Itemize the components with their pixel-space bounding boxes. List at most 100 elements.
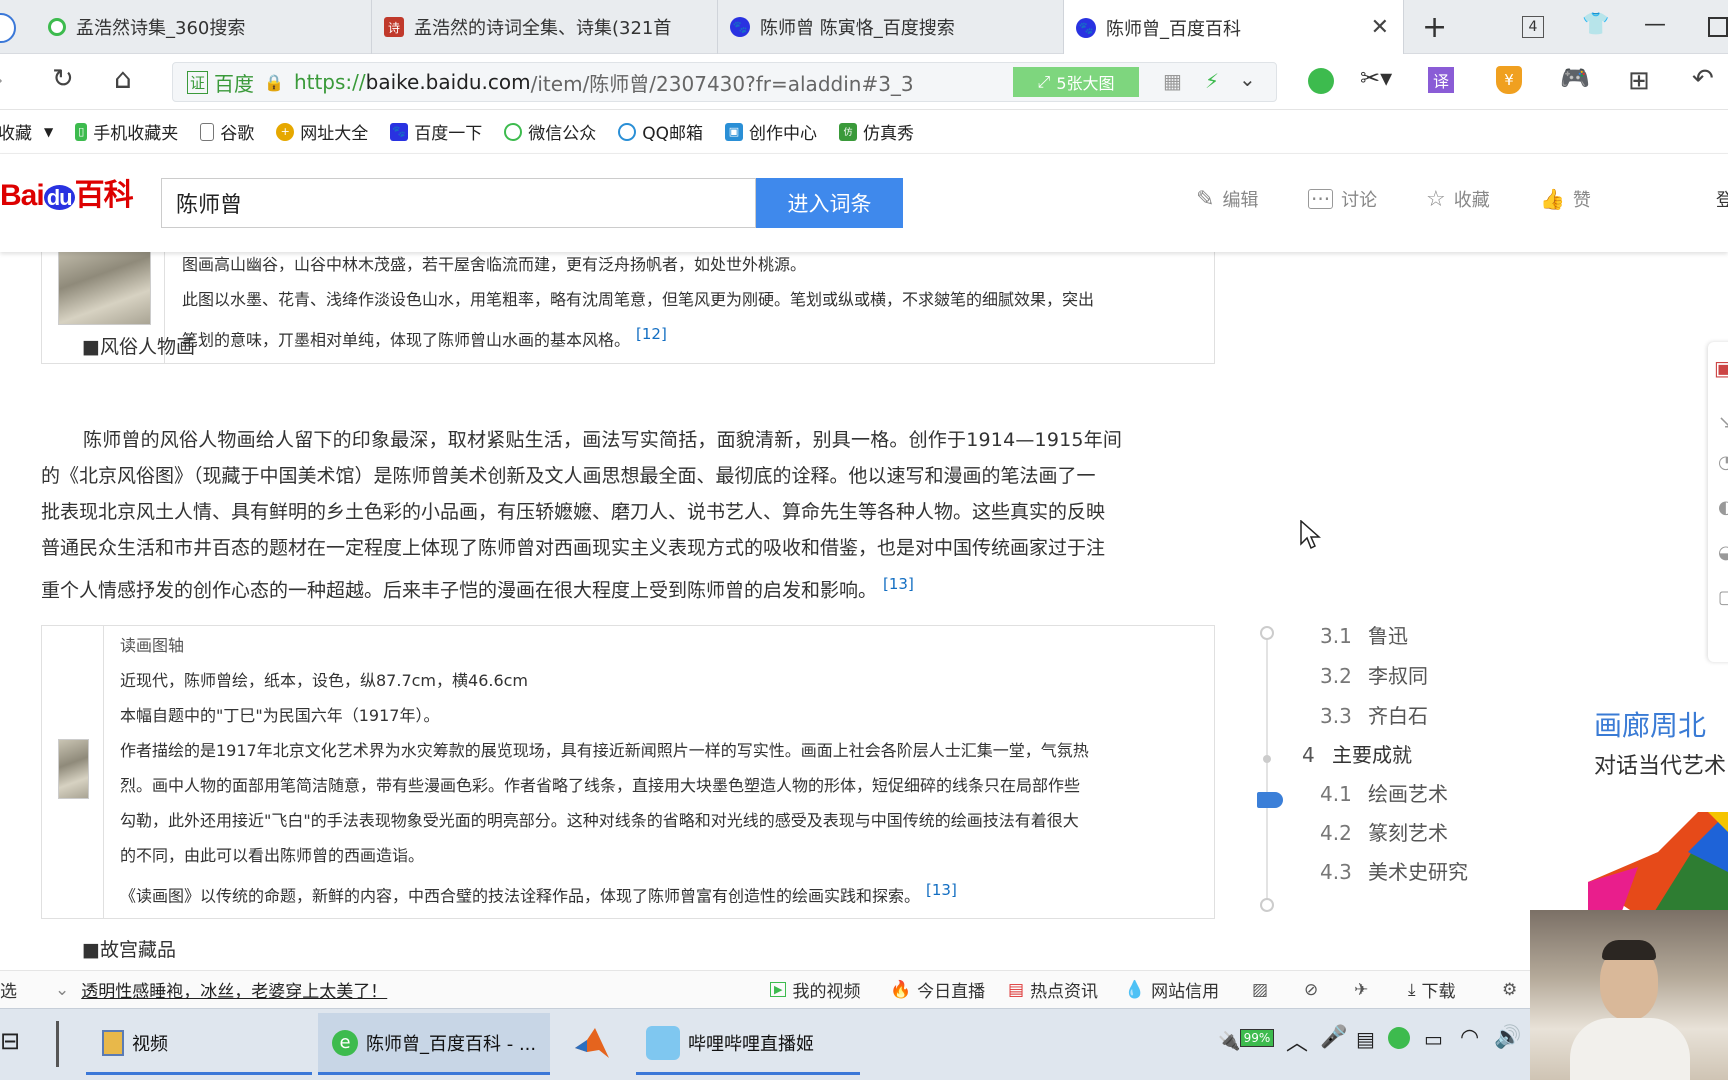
tab-baidu-search[interactable]: 🐾 陈师曾 陈寅恪_百度搜索 — [718, 0, 1064, 54]
close-tab-icon[interactable]: ✕ — [1371, 15, 1389, 40]
yuan-shield-icon[interactable]: ¥ — [1496, 66, 1522, 94]
battery-indicator[interactable]: 99% — [1240, 1029, 1274, 1047]
image-icon[interactable]: ▨ — [1252, 980, 1268, 1000]
refresh-icon[interactable]: ↻ — [52, 64, 74, 94]
site-credit-item[interactable]: 💧 网站信用 — [1124, 977, 1219, 1003]
new-tab-icon[interactable]: + — [1422, 10, 1447, 45]
gift-icon[interactable]: ▣ — [1714, 356, 1728, 380]
rocket-icon[interactable]: ✈ — [1354, 980, 1368, 1000]
cert-badge: 证 — [187, 70, 209, 94]
caption-line: 的不同，由此可以看出陈师曾的西画造诣。 — [120, 846, 425, 865]
my-video-item[interactable]: ▶ 我的视频 — [770, 977, 860, 1002]
microphone-icon[interactable]: 🎤 — [1320, 1025, 1347, 1050]
tab-baike-active[interactable]: 🐾 陈师曾_百度百科 ✕ — [1064, 0, 1404, 55]
toolbar-icon[interactable]: ◔ — [1718, 452, 1728, 473]
citation-link[interactable]: [13] — [926, 881, 957, 899]
baike-logo[interactable]: Bai du 百科 — [0, 170, 134, 214]
citation-link[interactable]: [13] — [883, 575, 914, 593]
toc-item-3-1[interactable]: 3.1 鲁迅 — [1320, 620, 1408, 649]
news-link[interactable]: 透明性感睡袍，冰丝，老婆穿上太美了！ — [81, 977, 387, 1002]
bookmark-google[interactable]: 谷歌 — [200, 119, 254, 144]
undo-icon[interactable]: ↶ — [1692, 64, 1714, 94]
maximize-icon[interactable] — [1708, 17, 1728, 37]
volume-icon[interactable]: 🔊 — [1494, 1025, 1521, 1050]
toc-item-3-3[interactable]: 3.3 齐白石 — [1320, 700, 1428, 729]
url-field[interactable]: 证 百度 🔒 https://baike.baidu.com/item/陈师曾/… — [172, 62, 1277, 102]
toc-item-4-1[interactable]: 4.1 绘画艺术 — [1320, 778, 1448, 807]
translate-icon[interactable]: 译 — [1428, 67, 1454, 93]
search-input[interactable]: 陈师曾 — [161, 178, 756, 228]
tab-count-badge[interactable]: 4 — [1522, 16, 1544, 38]
bookmark-mobile[interactable]: ▯ 手机收藏夹 — [75, 119, 178, 144]
game-icon[interactable]: 🎮 — [1560, 64, 1590, 92]
article-paragraph: 陈师曾的风俗人物画给人留下的印象最深，取材紧贴生活，画法写实简括，面貌清新，别具… — [41, 422, 1217, 608]
plug-icon[interactable]: 🔌 — [1218, 1031, 1240, 1052]
status-left[interactable]: 选 — [0, 977, 17, 1002]
bookmark-wechat[interactable]: 微信公众 — [504, 119, 596, 144]
tray-app-icon[interactable] — [1388, 1027, 1410, 1049]
para-line: 重个人情感抒发的创作心态的一种超越。后来丰子恺的漫画在很大程度上受到陈师曾的启发… — [41, 575, 914, 602]
toolbar-icon[interactable]: ▢ — [1718, 587, 1728, 608]
ad-title[interactable]: 画廊周北 — [1594, 704, 1706, 744]
image-badge[interactable]: ⤢ 5张大图 — [1013, 67, 1139, 97]
taskbar-app-bilibili[interactable]: 哔哩哔哩直播姬 — [636, 1013, 860, 1075]
shirt-skin-icon[interactable]: 👕 — [1582, 12, 1609, 37]
edit-action[interactable]: ✎ 编辑 — [1196, 186, 1258, 212]
toolbar-icon[interactable]: ◒ — [1718, 542, 1728, 563]
download-item[interactable]: ⤓ 下载 — [1408, 977, 1456, 1003]
minimize-icon[interactable]: — — [1644, 12, 1666, 37]
lightning-icon[interactable]: ⚡ — [1205, 69, 1219, 93]
ad-subtitle[interactable]: 对话当代艺术 — [1594, 748, 1726, 780]
bookmark-sites[interactable]: + 网址大全 — [276, 119, 368, 144]
toc-item-4-2[interactable]: 4.2 篆刻艺术 — [1320, 817, 1448, 846]
login-link[interactable]: 登 — [1716, 186, 1728, 212]
tab-poems[interactable]: 诗 孟浩然的诗词全集、诗集(321首 — [372, 0, 718, 54]
mouse-pointer-icon — [1300, 520, 1321, 550]
bookmark-baidu[interactable]: 🐾 百度一下 — [390, 119, 482, 144]
bookmark-favorites[interactable]: 收藏 ▼ — [0, 119, 53, 144]
wifi-icon[interactable]: ◠ — [1460, 1025, 1479, 1050]
scissors-icon[interactable]: ✂▾ — [1360, 64, 1392, 92]
network-icon[interactable]: ▭ — [1424, 1027, 1443, 1051]
settings-icon[interactable]: ⚙ — [1502, 980, 1517, 1000]
task-view-icon[interactable]: ⊟ — [0, 1027, 20, 1055]
caption-title: 读画图轴 — [120, 636, 185, 655]
green-plugin-icon[interactable] — [1308, 68, 1334, 94]
hot-news-item[interactable]: ▤ 热点资讯 — [1008, 977, 1098, 1003]
toc-item-4-3[interactable]: 4.3 美术史研究 — [1320, 856, 1468, 885]
toc-current-marker — [1257, 792, 1283, 808]
like-action[interactable]: 👍 赞 — [1540, 186, 1591, 212]
favorite-action[interactable]: ☆ 收藏 — [1426, 186, 1490, 212]
baidu-paw-icon: 🐾 — [730, 17, 750, 37]
toc-item-4[interactable]: 4 主要成就 — [1302, 739, 1412, 768]
taskbar-app-matlab[interactable] — [560, 1013, 624, 1073]
taskbar-app-video[interactable]: 视频 — [86, 1013, 312, 1075]
active-underline — [318, 1072, 550, 1075]
live-item[interactable]: 🔥 今日直播 — [890, 977, 985, 1003]
taskbar-app-browser[interactable]: e 陈师曾_百度百科 - ... — [318, 1013, 550, 1075]
tray-up-icon[interactable]: ︿ — [1286, 1025, 1308, 1057]
painting-thumbnail[interactable] — [58, 739, 89, 799]
qr-icon[interactable]: ▦ — [1163, 69, 1182, 93]
toolbar-icon[interactable]: ◐ — [1718, 497, 1728, 518]
bookmark-qqmail[interactable]: QQ邮箱 — [618, 119, 703, 144]
enter-entry-button[interactable]: 进入词条 — [756, 178, 903, 228]
bookmark-creator[interactable]: ▣ 创作中心 — [725, 119, 817, 144]
tab-360-search[interactable]: 孟浩然诗集_360搜索 — [36, 0, 372, 54]
citation-link[interactable]: [12] — [636, 325, 667, 343]
document-icon[interactable]: ▤ — [1356, 1027, 1375, 1051]
toc-item-3-2[interactable]: 3.2 李叔同 — [1320, 660, 1428, 689]
image-caption-box: 图画高山幽谷，山谷中林木茂盛，若干屋舍临流而建，更有泛舟扬帆者，如处世外桃源。 … — [41, 252, 1215, 364]
bookmark-fangzhen[interactable]: 仿仿真秀 — [839, 119, 914, 144]
toolbar-icon[interactable]: ↘ — [1718, 412, 1728, 433]
ad-graphic[interactable] — [1588, 812, 1728, 922]
forward-icon[interactable]: › — [0, 66, 4, 94]
home-icon[interactable]: ⌂ — [114, 62, 132, 95]
compass-icon[interactable]: ⊘ — [1304, 980, 1318, 1000]
discuss-action[interactable]: ··· 讨论 — [1308, 186, 1377, 212]
chevron-down-icon[interactable]: ⌄ — [1239, 67, 1256, 91]
bilibili-live-icon — [646, 1026, 680, 1060]
landscape-thumbnail[interactable] — [58, 252, 151, 325]
browser-logo-icon[interactable] — [0, 13, 16, 43]
grid-menu-icon[interactable]: ⊞ — [1628, 66, 1650, 96]
